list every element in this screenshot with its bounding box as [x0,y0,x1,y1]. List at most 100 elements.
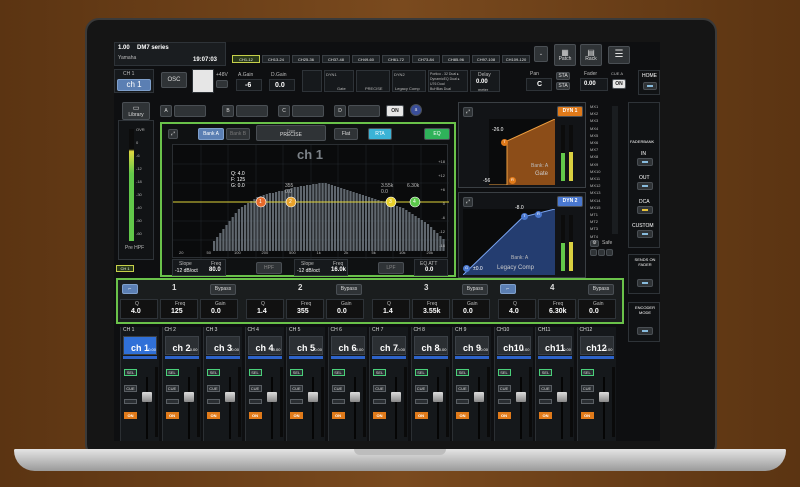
patch-button[interactable]: ▦ Patch [554,44,576,66]
safe-btn-3[interactable] [606,249,613,256]
eq-att-control[interactable]: EQ ATT 0.0 [414,259,448,276]
insert-d-slot[interactable] [348,105,380,117]
channel-name-button[interactable]: ch 1 [117,79,151,91]
band-g-control[interactable]: Gain 0.0 [452,299,490,319]
sel-button[interactable]: SEL [497,369,511,376]
sel-button[interactable]: SEL [331,369,345,376]
band-g-control[interactable]: Gain 0.0 [326,299,364,319]
band-f-control[interactable]: Freq 3.55k [412,299,450,319]
bus-label[interactable]: MT3 [590,226,598,231]
sel-button[interactable]: SEL [373,369,386,376]
compare-icon[interactable]: a [410,104,422,116]
a-gain-knob[interactable]: -6 [236,79,262,91]
gate-expand-icon[interactable]: ⤢ [463,107,473,117]
channel-name-button[interactable]: ch 8 [413,336,448,355]
comp-ratio-handle[interactable]: R [535,211,542,218]
fader-cap[interactable] [515,392,526,402]
channel-name-button[interactable]: ch 1 [123,336,157,355]
fader-cap[interactable] [557,392,567,402]
channel-name-button[interactable]: ch 7 [372,336,406,355]
bank-tab-9[interactable]: CH109-120 [502,55,530,63]
faderbank-out-button[interactable] [637,182,653,190]
bank-tab-8[interactable]: CH97-108 [472,55,500,63]
on-button[interactable]: ON [165,412,179,419]
hpf-button[interactable]: HPF [256,262,282,274]
sel-button[interactable]: SEL [165,369,179,376]
band-bypass-button[interactable]: Bypass [462,284,488,295]
bus-label[interactable]: MX14 [590,198,600,203]
insert-a-button[interactable]: A [160,105,172,117]
cue-button[interactable]: CUE [373,385,386,392]
hpf-thumbnail[interactable] [302,70,322,92]
bus-label[interactable]: MX13 [590,190,600,195]
channel-name-button[interactable]: ch 4 [247,336,282,355]
band-q-control[interactable]: Q 4.0 [120,299,158,319]
bank-tab-7[interactable]: CH85-96 [442,55,470,63]
cue-button[interactable]: CUE [456,385,469,392]
channel-on-button[interactable]: ON [612,79,626,89]
fader-cap[interactable] [598,392,609,402]
fader-cap[interactable] [474,392,484,402]
bank-tab-1[interactable]: CH13-24 [262,55,290,63]
bank-tab-4[interactable]: CH49-60 [352,55,380,63]
bus-label[interactable]: MX5 [590,133,598,138]
ch1-mini-tab[interactable]: CH 1 [116,265,134,272]
eq-graph[interactable]: ch 1 Q: 4.0 F: 125 G: 0.0 355 3.55k 6.30k … [172,144,449,259]
on-button[interactable]: ON [248,412,262,419]
cue-button[interactable]: CUE [290,385,303,392]
bank-b-button[interactable]: Bank B [226,128,250,140]
bus-label[interactable]: MX12 [590,183,600,188]
d-gain-knob[interactable]: 0.0 [269,79,295,91]
band-bypass-button[interactable]: Bypass [588,284,614,295]
cue-button[interactable]: CUE [539,385,552,392]
cue-button[interactable]: CUE [580,385,594,392]
insert-c-slot[interactable] [292,105,324,117]
fader-value-box[interactable]: 0.00 [580,78,608,91]
rta-button[interactable]: RTA [368,128,392,140]
band-bypass-button[interactable]: Bypass [210,284,236,295]
bus-label[interactable]: MX3 [590,118,598,123]
on-button[interactable]: ON [290,412,303,419]
sel-button[interactable]: SEL [248,369,262,376]
lpf-controls[interactable]: Slope -12 dB/oct Freq 16.0k [294,259,348,276]
fader-cap[interactable] [391,392,401,402]
on-button[interactable]: ON [580,412,594,419]
eq-type-select[interactable]: Type PRECISE [256,125,326,141]
bus-label[interactable]: MX4 [590,126,598,131]
on-button[interactable]: ON [331,412,345,419]
band-shape-icon[interactable]: ⌐ [500,284,516,294]
bus-label[interactable]: MT4 [590,234,598,239]
on-button[interactable]: ON [497,412,511,419]
channel-name-button[interactable]: ch 2 [164,336,199,355]
comp-gain-handle[interactable]: G [463,265,470,272]
expand-icon[interactable]: ⤢ [168,129,178,139]
bus-label[interactable]: MT1 [590,212,598,217]
band-shape-icon[interactable]: ⌐ [122,284,138,294]
faderbank-custom-button[interactable] [637,230,653,238]
menu-button[interactable]: ☰ [608,46,630,64]
sel-button[interactable]: SEL [124,369,137,376]
gate-range-handle[interactable]: R [509,177,516,184]
cue-button[interactable]: CUE [414,385,428,392]
plugin-inserts[interactable]: Portico - 32 Dual ▸ DynamicEQ Dual ▸ U76 D… [428,70,468,92]
dyn2-button[interactable]: DYN 2 [557,196,583,207]
fader-cap[interactable] [142,392,152,402]
library-button[interactable]: ▭ Library [122,102,150,120]
band-f-control[interactable]: Freq 6.30k [538,299,576,319]
sel-button[interactable]: SEL [580,369,594,376]
bank-tab-2[interactable]: CH25-36 [292,55,320,63]
bank-tab-3[interactable]: CH37-48 [322,55,350,63]
on-button[interactable]: ON [414,412,428,419]
fader-cap[interactable] [225,392,235,402]
pan-knob[interactable]: C [526,78,552,91]
fader-cap[interactable] [183,392,194,402]
on-button[interactable]: ON [373,412,386,419]
cue-button[interactable]: CUE [207,385,220,392]
bank-tab-0[interactable]: CH1-12 [232,55,260,63]
sel-button[interactable]: SEL [539,369,552,376]
band-f-control[interactable]: Freq 355 [286,299,324,319]
cue-button[interactable]: CUE [331,385,345,392]
channel-name-button[interactable]: ch12 [579,336,614,355]
channel-name-button[interactable]: ch 6 [330,336,365,355]
hpf-controls[interactable]: Slope -12 dB/oct Freq 80.0 [172,259,226,276]
